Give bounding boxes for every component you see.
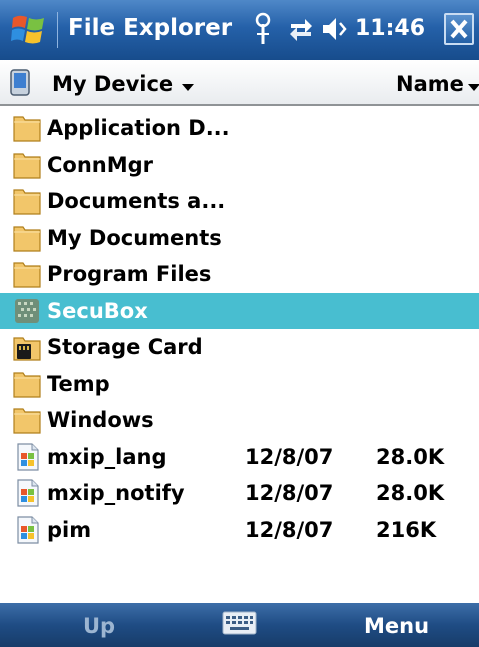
file-name: Application D... <box>47 116 230 140</box>
file-date: 12/8/07 <box>245 481 334 505</box>
folder-icon <box>12 113 42 143</box>
file-list-item[interactable]: Program Files <box>0 256 479 293</box>
file-name: Documents a... <box>47 189 226 213</box>
file-list-item[interactable]: mxip_lang 12/8/07 28.0K <box>0 439 479 476</box>
file-name: pim <box>47 517 92 542</box>
secure-folder-icon <box>12 296 42 326</box>
file-name: mxip_notify <box>47 481 185 505</box>
folder-icon <box>12 223 42 253</box>
folder-icon <box>12 259 42 289</box>
menu-softkey[interactable]: Menu <box>364 614 429 638</box>
signal-antenna-icon[interactable] <box>252 12 274 46</box>
file-list-item[interactable]: ConnMgr <box>0 147 479 184</box>
file-name: Temp <box>47 371 110 396</box>
file-date: 12/8/07 <box>245 517 334 542</box>
title-separator <box>57 12 58 48</box>
storage-card-icon <box>12 332 42 362</box>
file-name: Windows <box>47 408 154 432</box>
file-name: My Documents <box>47 225 222 250</box>
file-list-item[interactable]: pim 12/8/07 216K <box>0 512 479 549</box>
file-date: 12/8/07 <box>245 444 334 469</box>
title-bar: File Explorer 11:46 <box>0 0 479 60</box>
chevron-down-icon[interactable] <box>182 84 194 91</box>
device-icon <box>10 69 30 96</box>
file-list-item[interactable]: Application D... <box>0 110 479 147</box>
file-list-item[interactable]: Storage Card <box>0 329 479 366</box>
folder-icon <box>12 150 42 180</box>
file-size: 28.0K <box>376 481 445 505</box>
file-list-item[interactable]: Documents a... <box>0 183 479 220</box>
location-dropdown[interactable]: My Device <box>52 72 173 96</box>
file-icon <box>12 478 42 508</box>
app-title: File Explorer <box>68 15 233 41</box>
file-size: 216K <box>376 517 437 542</box>
connectivity-icon[interactable] <box>287 12 315 46</box>
file-name: mxip_lang <box>47 444 167 469</box>
file-icon <box>12 442 42 472</box>
file-name: Storage Card <box>47 335 203 359</box>
close-button[interactable] <box>444 13 474 45</box>
close-icon <box>450 19 468 39</box>
up-softkey[interactable]: Up <box>83 614 115 638</box>
sort-chevron-down-icon[interactable] <box>468 84 479 91</box>
file-list-item[interactable]: Temp <box>0 366 479 403</box>
file-name: ConnMgr <box>47 152 154 177</box>
keyboard-icon[interactable] <box>222 611 257 635</box>
location-header: My Device Name <box>0 60 479 106</box>
windows-start-icon[interactable] <box>10 12 48 48</box>
file-name: Program Files <box>47 262 212 286</box>
file-list-item[interactable]: My Documents <box>0 220 479 257</box>
speaker-volume-icon[interactable] <box>320 12 350 46</box>
file-list-item[interactable]: Windows <box>0 402 479 439</box>
folder-icon <box>12 369 42 399</box>
file-name: SecuBox <box>47 298 148 323</box>
folder-icon <box>12 186 42 216</box>
file-list-item[interactable]: SecuBox <box>0 292 479 329</box>
file-list-item[interactable]: mxip_notify 12/8/07 28.0K <box>0 475 479 512</box>
folder-icon <box>12 405 42 435</box>
softkey-bar: Up Menu <box>0 603 479 647</box>
file-list: Application D... ConnMgr Documents a... My … <box>0 110 479 548</box>
file-size: 28.0K <box>376 444 445 469</box>
clock[interactable]: 11:46 <box>355 16 425 41</box>
file-icon <box>12 515 42 545</box>
sort-dropdown[interactable]: Name <box>396 72 464 96</box>
